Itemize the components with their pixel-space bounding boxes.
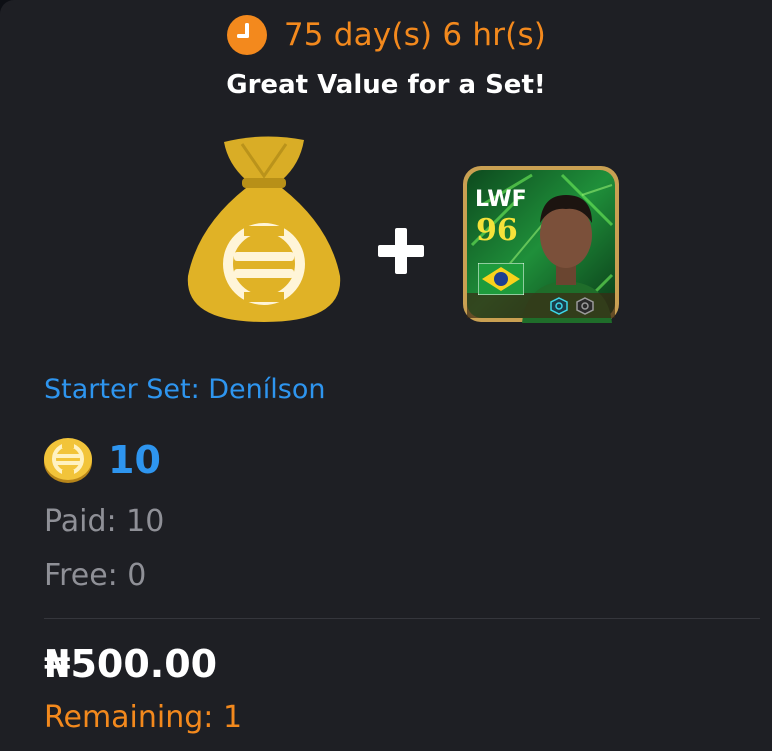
real-money-price[interactable]: ₦500.00 (44, 642, 217, 686)
coin-price: 10 (42, 436, 161, 484)
bundle-contents: LWF 96 (0, 130, 772, 330)
remaining-count: Remaining: 1 (44, 700, 243, 735)
offer-panel[interactable]: 75 day(s) 6 hr(s) Great Value for a Set! (0, 0, 772, 751)
brazil-flag-icon (478, 263, 524, 295)
coin-bag-icon (187, 136, 341, 322)
set-name: Starter Set: Denílson (44, 374, 326, 405)
ecoin-icon (44, 438, 92, 483)
player-card[interactable]: LWF 96 (462, 165, 620, 323)
coin-amount: 10 (108, 438, 161, 482)
free-amount: Free: 0 (44, 558, 147, 593)
player-position: LWF (475, 187, 527, 212)
timer-text: 75 day(s) 6 hr(s) (283, 17, 547, 53)
plus-icon (378, 228, 424, 274)
clock-icon (226, 15, 267, 55)
offer-subtitle: Great Value for a Set! (226, 70, 546, 100)
player-rating: 96 (476, 213, 518, 248)
divider (44, 618, 760, 619)
paid-amount: Paid: 10 (44, 504, 165, 539)
player-skill-icons (550, 297, 594, 315)
offer-timer: 75 day(s) 6 hr(s) (0, 14, 772, 56)
